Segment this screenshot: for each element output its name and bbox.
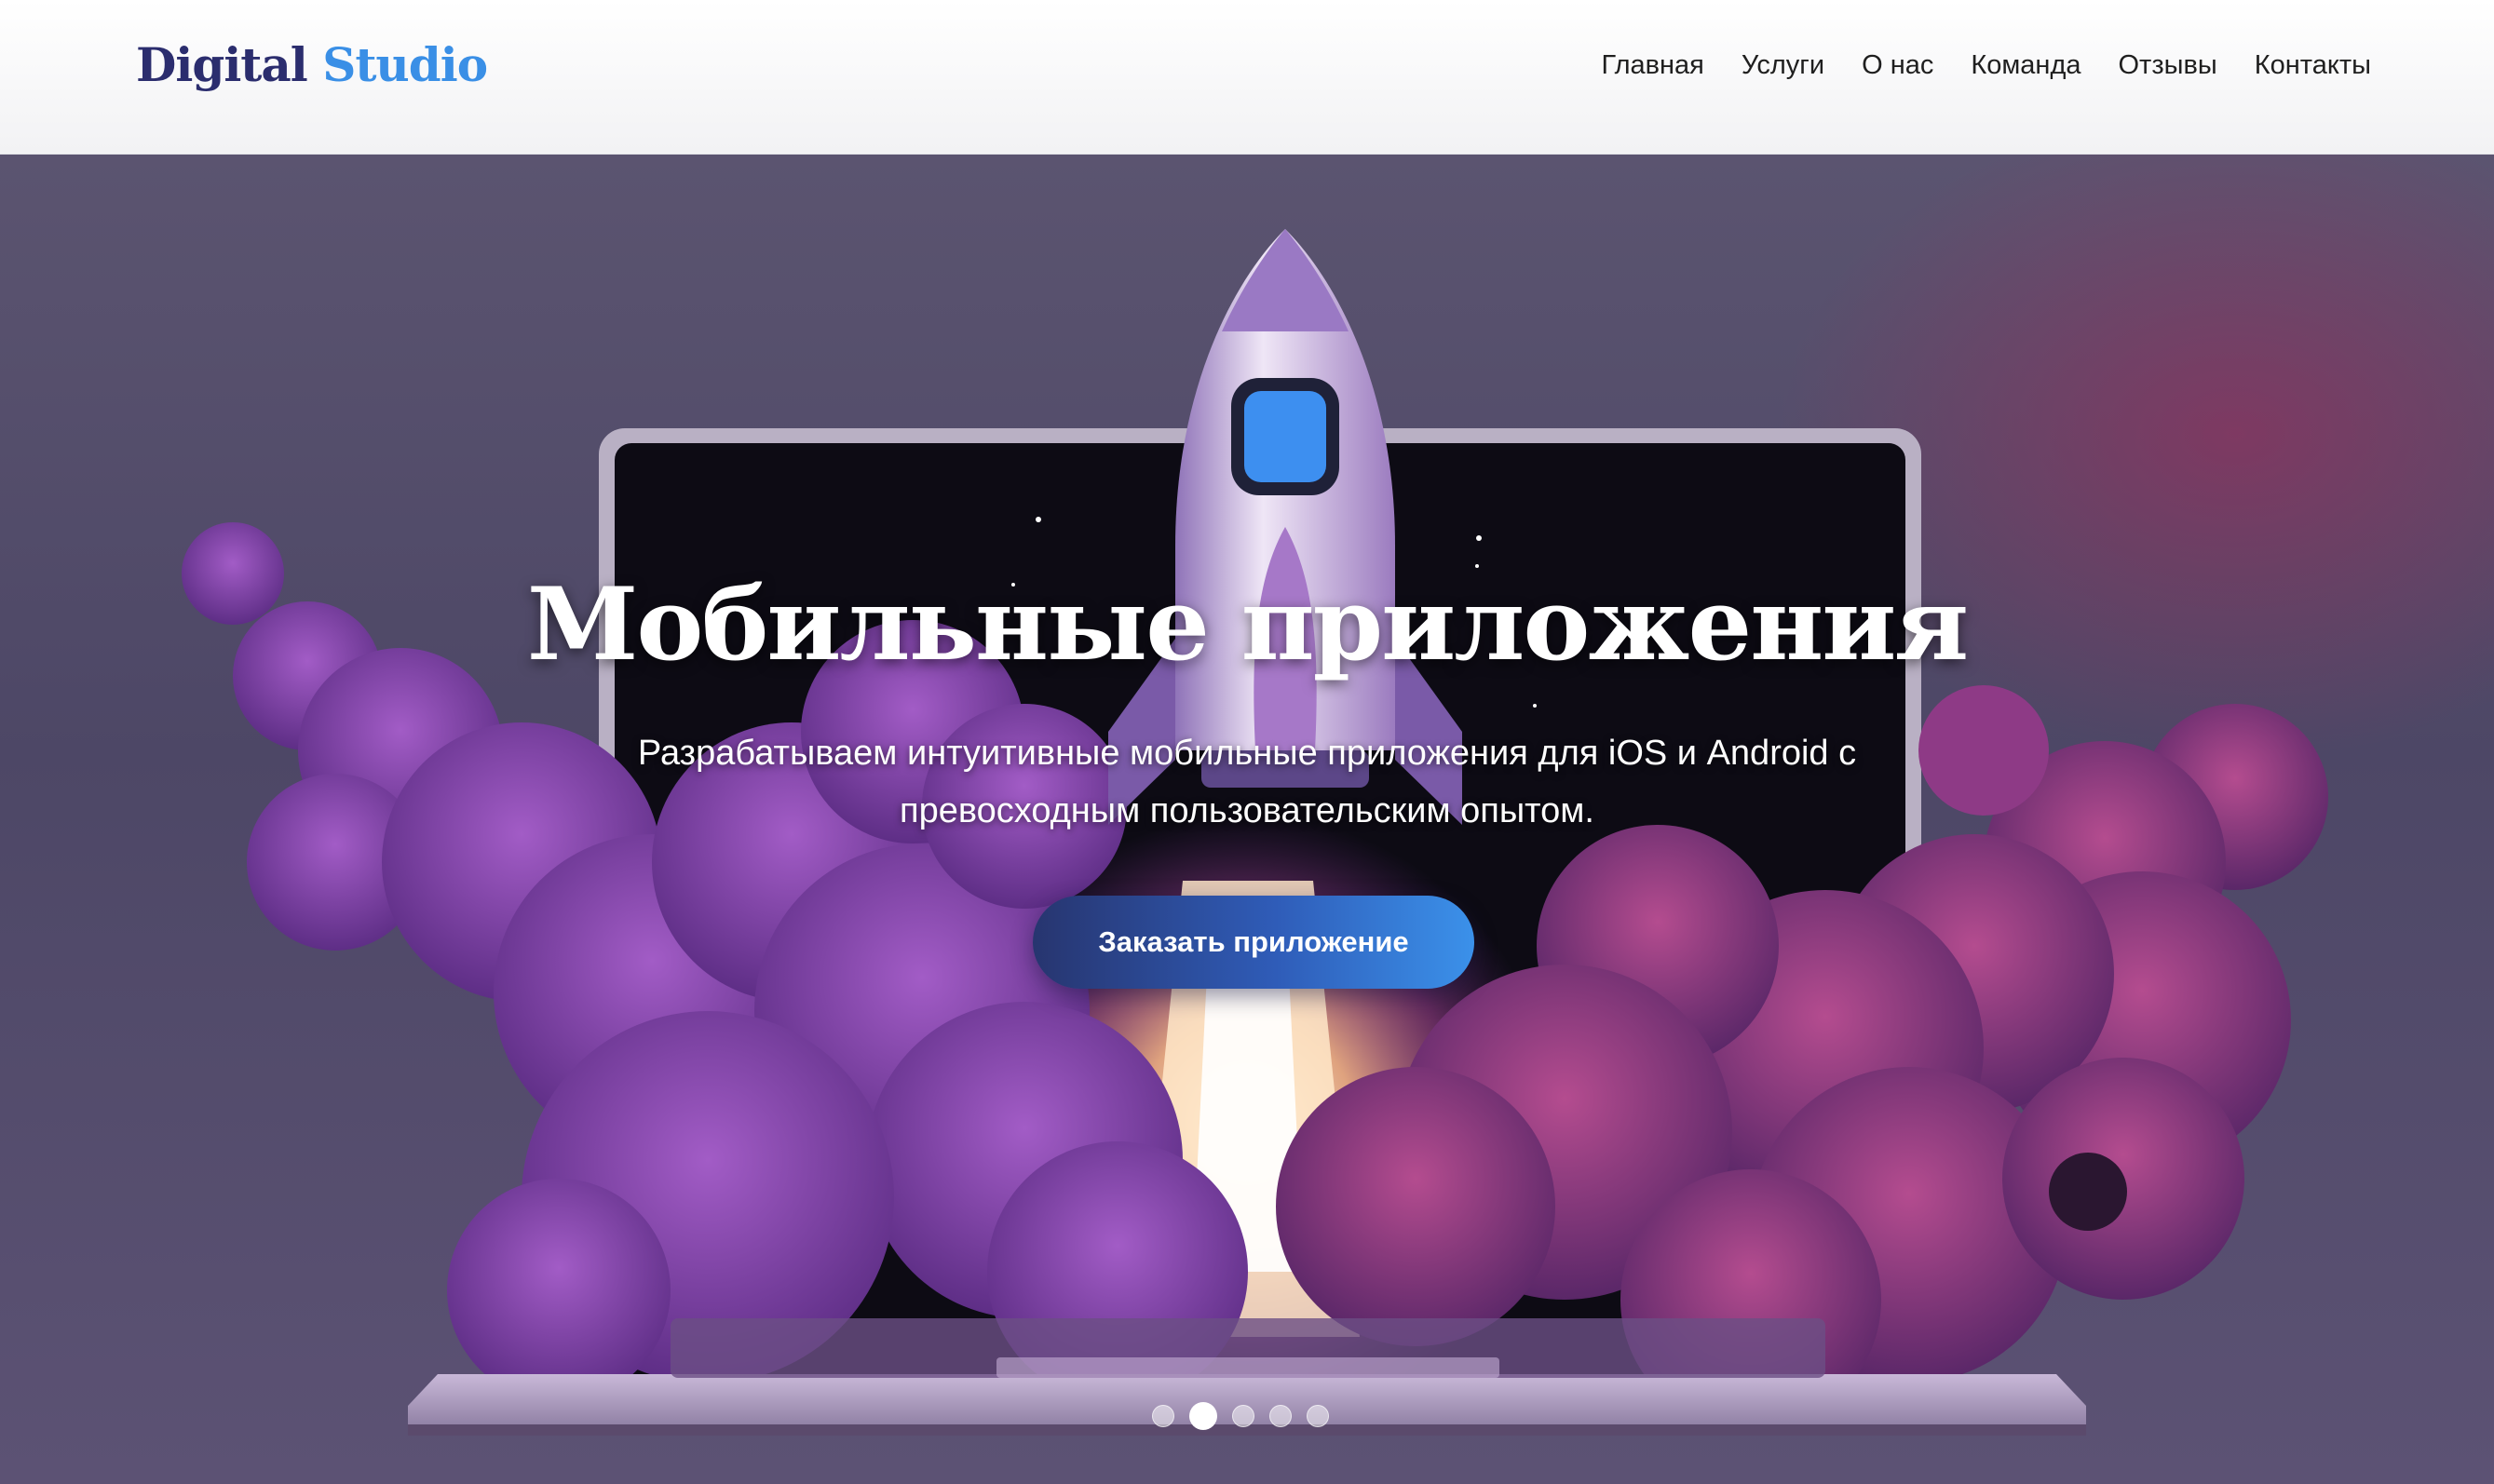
logo[interactable]: Digital Studio bbox=[136, 34, 488, 97]
logo-word-digital: Digital bbox=[136, 37, 308, 92]
slider-dot-3[interactable] bbox=[1232, 1405, 1254, 1427]
nav-link-about[interactable]: О нас bbox=[1862, 50, 1933, 81]
slider-dot-2-active[interactable] bbox=[1189, 1402, 1217, 1430]
hero-title: Мобильные приложения bbox=[526, 566, 1969, 683]
hero-subtitle: Разрабатываем интуитивные мобильные прил… bbox=[637, 734, 1857, 830]
nav-link-services[interactable]: Услуги bbox=[1742, 50, 1824, 81]
logo-word-studio: Studio bbox=[322, 37, 488, 92]
slider-dot-1[interactable] bbox=[1152, 1405, 1174, 1427]
nav-link-contacts[interactable]: Контакты bbox=[2255, 50, 2371, 81]
slider-pagination bbox=[1152, 1402, 1329, 1430]
hero-content: Мобильные приложения Разрабатываем интуи… bbox=[0, 155, 2494, 1484]
nav-link-team[interactable]: Команда bbox=[1971, 50, 2081, 81]
main-nav: Главная Услуги О нас Команда Отзывы Конт… bbox=[1602, 43, 2372, 88]
slider-dot-4[interactable] bbox=[1269, 1405, 1292, 1427]
nav-link-reviews[interactable]: Отзывы bbox=[2119, 50, 2217, 81]
hero-slider: Мобильные приложения Разрабатываем интуи… bbox=[0, 155, 2494, 1484]
site-header: Digital Studio Главная Услуги О нас Кома… bbox=[0, 0, 2494, 155]
nav-link-home[interactable]: Главная bbox=[1602, 50, 1704, 81]
page: Digital Studio Главная Услуги О нас Кома… bbox=[0, 0, 2494, 1484]
slider-dot-5[interactable] bbox=[1307, 1405, 1329, 1427]
order-app-button[interactable]: Заказать приложение bbox=[1033, 896, 1474, 989]
